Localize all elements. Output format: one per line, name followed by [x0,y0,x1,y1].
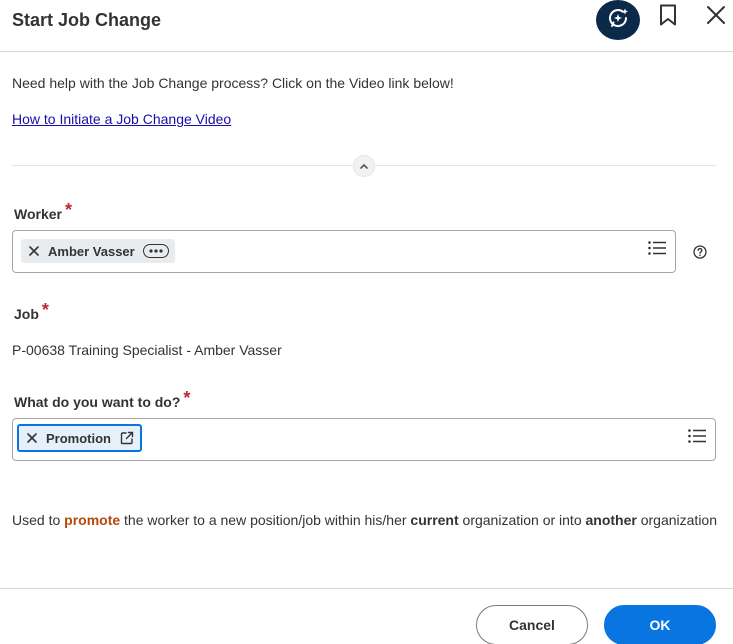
description-emphasis: another [585,512,637,528]
description-highlight: promote [64,512,121,528]
close-icon [706,5,726,30]
page-title: Start Job Change [12,10,162,30]
bookmark-icon [659,4,677,31]
worker-label-text: Worker [14,206,62,222]
action-description: Used to promote the worker to a new posi… [12,512,717,528]
chip-remove-icon[interactable] [27,433,37,443]
job-value: P-00638 Training Specialist - Amber Vass… [12,342,282,358]
chip-remove-icon[interactable] [29,246,39,256]
worker-chip[interactable]: Amber Vasser [21,239,175,263]
action-label-text: What do you want to do? [14,394,181,410]
list-prompt-icon[interactable] [688,429,706,443]
description-text: organization [636,512,718,528]
more-options-icon[interactable] [142,244,169,258]
action-input[interactable]: Promotion [12,418,716,461]
required-marker: * [41,300,49,320]
description-text: Used to [12,512,65,528]
required-marker: * [64,200,72,220]
required-marker: * [183,388,191,408]
description-emphasis: current [410,512,459,528]
open-external-icon[interactable] [120,431,134,445]
description-text: the worker to a new position/job within … [120,512,411,528]
ok-button[interactable]: OK [604,605,716,644]
action-label: What do you want to do? * [14,389,190,410]
job-label-text: Job [14,306,39,322]
chevron-up-icon [359,157,369,175]
close-button[interactable] [704,5,728,29]
collapse-button[interactable] [353,155,375,177]
dialog-footer: Cancel OK [0,588,733,644]
assistant-button[interactable] [596,0,640,40]
action-chip-label: Promotion [46,430,111,446]
assistant-sparkle-icon [606,6,630,35]
list-prompt-icon[interactable] [648,241,666,255]
action-chip[interactable]: Promotion [17,424,142,452]
video-link[interactable]: How to Initiate a Job Change Video [12,111,231,127]
job-label: Job * [14,301,49,322]
dialog-header: Start Job Change [0,0,733,52]
help-circle-icon[interactable] [693,245,707,259]
worker-input[interactable]: Amber Vasser [12,230,676,273]
description-text: organization or into [458,512,586,528]
cancel-button[interactable]: Cancel [476,605,588,644]
job-change-dialog: Start Job Change Need help with the Job … [0,0,733,644]
bookmark-button[interactable] [656,4,680,30]
help-text: Need help with the Job Change process? C… [12,75,454,91]
worker-label: Worker * [14,201,72,222]
worker-chip-label: Amber Vasser [48,243,135,259]
